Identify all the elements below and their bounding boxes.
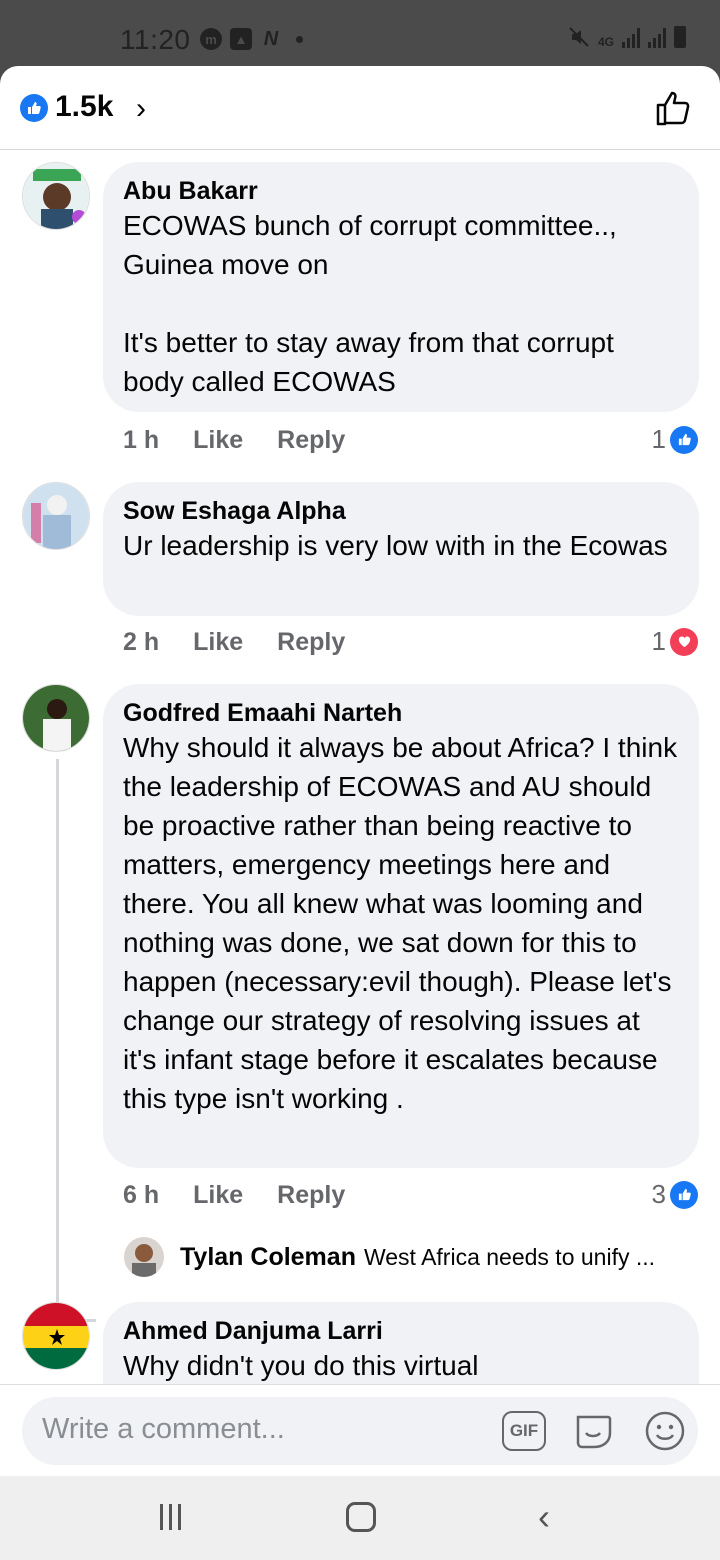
comment-bubble[interactable]: Abu Bakarr ECOWAS bunch of corrupt commi… — [103, 162, 699, 412]
status-bar: 11:20 m ▲ N 4G — [0, 0, 720, 66]
comment-input[interactable]: Write a comment... GIF — [22, 1397, 698, 1465]
comment-reactions[interactable]: 1 — [652, 424, 698, 455]
comment-text: Why didn't you do this virtual — [123, 1350, 479, 1381]
like-reaction-icon[interactable] — [20, 94, 48, 122]
reaction-count[interactable]: 1.5k — [55, 90, 113, 124]
mute-icon — [569, 27, 589, 47]
sticker-icon[interactable] — [572, 1409, 616, 1453]
reply-button[interactable]: Reply — [277, 628, 345, 657]
like-button[interactable]: Like — [193, 628, 243, 657]
battery-icon — [674, 26, 686, 48]
comment-time[interactable]: 6 h — [123, 1181, 159, 1210]
system-nav-bar: ‹ — [0, 1476, 720, 1560]
comment-bubble[interactable]: Sow Eshaga Alpha Ur leadership is very l… — [103, 482, 699, 616]
notification-dot — [296, 35, 303, 43]
gallery-icon: ▲ — [230, 28, 252, 50]
reply-button[interactable]: Reply — [277, 426, 345, 455]
comment-bubble[interactable]: Godfred Emaahi Narteh Why should it alwa… — [103, 684, 699, 1168]
reply-author[interactable]: Tylan Coleman — [180, 1243, 356, 1272]
reaction-count: 1 — [651, 626, 666, 656]
reply-text: West Africa needs to unify ... — [363, 1243, 656, 1270]
comment-input-placeholder: Write a comment... — [42, 1413, 285, 1445]
avatar[interactable] — [22, 684, 90, 752]
recent-apps-icon[interactable] — [160, 1504, 181, 1530]
comments-panel: 1.5k › Abu Bakarr ECOWAS bunch of corrup… — [0, 66, 720, 1476]
thumbs-up-outline-icon[interactable] — [654, 88, 694, 128]
messenger-icon: m — [200, 28, 222, 50]
comment-time[interactable]: 1 h — [123, 426, 159, 455]
home-icon[interactable] — [346, 1502, 376, 1532]
status-time: 11:20 — [120, 24, 191, 55]
comment-author[interactable]: Godfred Emaahi Narteh — [123, 698, 679, 728]
reply-thread-line — [56, 759, 96, 1322]
comment-text: ECOWAS bunch of corrupt committee.., Gui… — [123, 210, 617, 397]
comment-reactions[interactable]: 1 — [652, 626, 698, 657]
signal-icon — [648, 28, 666, 48]
comment-author[interactable]: Abu Bakarr — [123, 176, 679, 206]
comment-author[interactable]: Sow Eshaga Alpha — [123, 496, 679, 526]
emoji-icon[interactable] — [643, 1409, 687, 1453]
reactions-header: 1.5k › — [0, 66, 720, 150]
comment-text: Ur leadership is very low with in the Ec… — [123, 530, 668, 561]
comment-composer: Write a comment... GIF — [0, 1384, 720, 1476]
n-app-icon: N — [263, 27, 279, 50]
like-reaction-icon — [670, 425, 698, 454]
avatar[interactable] — [22, 162, 90, 230]
comment-reactions[interactable]: 3 — [652, 1179, 698, 1210]
comment-author[interactable]: Ahmed Danjuma Larri — [123, 1316, 679, 1346]
chevron-right-icon[interactable]: › — [136, 92, 146, 126]
back-icon[interactable]: ‹ — [538, 1496, 550, 1538]
gif-button[interactable]: GIF — [502, 1411, 546, 1451]
avatar[interactable] — [22, 482, 90, 550]
love-reaction-icon — [670, 627, 698, 656]
reply-preview[interactable]: Tylan Coleman West Africa needs to unify… — [124, 1236, 655, 1278]
comment-time[interactable]: 2 h — [123, 628, 159, 657]
reaction-count: 3 — [651, 1179, 666, 1209]
network-type: 4G — [597, 35, 614, 49]
like-reaction-icon — [670, 1180, 698, 1209]
like-button[interactable]: Like — [193, 1181, 243, 1210]
avatar[interactable] — [124, 1237, 164, 1277]
avatar[interactable] — [22, 1302, 90, 1370]
reply-button[interactable]: Reply — [277, 1181, 345, 1210]
signal-icon — [622, 28, 640, 48]
comment-text: Why should it always be about Africa? I … — [123, 732, 685, 1114]
like-button[interactable]: Like — [193, 426, 243, 455]
reaction-count: 1 — [651, 424, 666, 454]
